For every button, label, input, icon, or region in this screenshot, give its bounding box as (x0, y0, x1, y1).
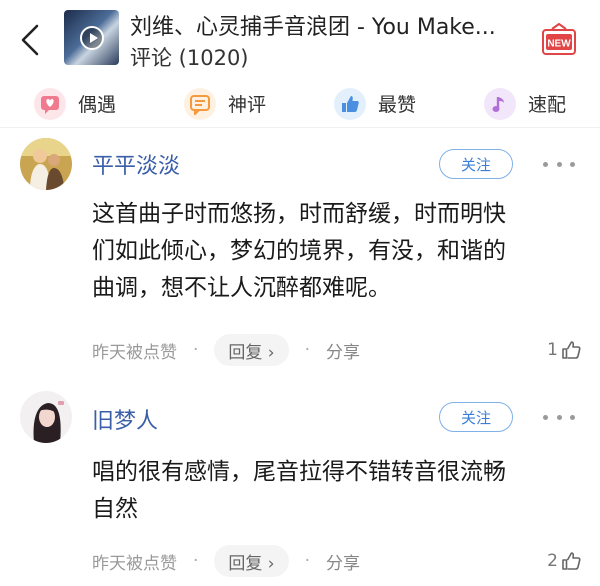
share-button[interactable]: 分享 (326, 549, 360, 574)
play-icon[interactable] (80, 26, 104, 50)
username[interactable]: 旧梦人 (92, 403, 158, 435)
comment-line: 这首曲子时而悠扬，时而舒缓，时而明快 (92, 201, 506, 227)
separator-dot: · (193, 551, 199, 571)
comment-line: 曲调，想不让人沉醉都难呢。 (92, 275, 391, 301)
comment-item: 平平淡淡 关注 这首曲子时而悠扬，时而舒缓，时而明快 们如此倾心，梦幻的境界，有… (0, 130, 600, 370)
music-note-icon (483, 87, 516, 120)
comment-line: 唱的很有感情，尾音拉得不错转音很流畅 (92, 459, 506, 485)
thumbs-up-icon (562, 552, 581, 570)
comment-meta: 昨天被点赞 · 回复 › · 分享 1 (92, 333, 582, 367)
share-button[interactable]: 分享 (326, 338, 360, 363)
follow-button[interactable]: 关注 (439, 149, 513, 179)
separator-dot: · (304, 340, 311, 360)
comment-item: 旧梦人 关注 唱的很有感情，尾音拉得不错转音很流畅 自然 昨天被点赞 · 回复 … (0, 378, 600, 586)
more-options-icon[interactable] (543, 407, 575, 427)
like-count: 1 (547, 340, 558, 360)
tab-most-liked[interactable]: 最赞 (300, 80, 450, 127)
new-badge-text: NEW (547, 39, 571, 50)
tab-label: 最赞 (377, 94, 416, 116)
back-button[interactable] (12, 20, 48, 60)
more-options-icon[interactable] (543, 154, 575, 174)
follow-button[interactable]: 关注 (439, 402, 513, 432)
comment-count: 评论 (1020) (130, 46, 249, 70)
tab-hot-comments[interactable]: 神评 (150, 80, 300, 127)
separator-dot: · (304, 551, 311, 571)
comment-text: 唱的很有感情，尾音拉得不错转音很流畅 自然 (92, 454, 572, 528)
thumbs-up-icon (562, 341, 581, 359)
like-count: 2 (547, 551, 558, 571)
tab-quick-match[interactable]: 速配 (450, 80, 600, 127)
reply-button[interactable]: 回复 › (214, 545, 289, 577)
song-cover[interactable] (64, 10, 119, 65)
comment-line: 们如此倾心，梦幻的境界，有没，和谐的 (92, 238, 506, 264)
new-comment-icon[interactable]: NEW (540, 22, 578, 58)
thumbs-up-icon (333, 87, 366, 120)
heart-chat-icon (33, 87, 66, 120)
top-bar: 刘维、心灵捕手音浪团 - You Make... 评论 (1020) NEW (0, 0, 600, 78)
tab-label: 神评 (227, 94, 266, 116)
avatar[interactable] (20, 138, 72, 190)
chevron-left-icon (21, 24, 39, 56)
tab-encounter[interactable]: 偶遇 (0, 80, 150, 127)
like-button[interactable]: 2 (547, 550, 582, 572)
song-title: 刘维、心灵捕手音浪团 - You Make... (130, 15, 496, 40)
comment-tabs: 偶遇 神评 最赞 速配 (0, 80, 600, 128)
timestamp: 昨天被点赞 (92, 342, 177, 363)
like-button[interactable]: 1 (547, 339, 582, 361)
reply-button[interactable]: 回复 › (214, 334, 289, 366)
comment-text: 这首曲子时而悠扬，时而舒缓，时而明快 们如此倾心，梦幻的境界，有没，和谐的 曲调… (92, 196, 572, 307)
tab-label: 偶遇 (77, 94, 116, 116)
timestamp: 昨天被点赞 (92, 553, 177, 574)
separator-dot: · (193, 340, 199, 360)
avatar[interactable] (20, 391, 72, 443)
comment-meta: 昨天被点赞 · 回复 › · 分享 2 (92, 544, 582, 578)
message-icon (183, 87, 216, 120)
comment-line: 自然 (92, 496, 138, 522)
tab-label: 速配 (527, 94, 566, 116)
username[interactable]: 平平淡淡 (92, 148, 180, 180)
